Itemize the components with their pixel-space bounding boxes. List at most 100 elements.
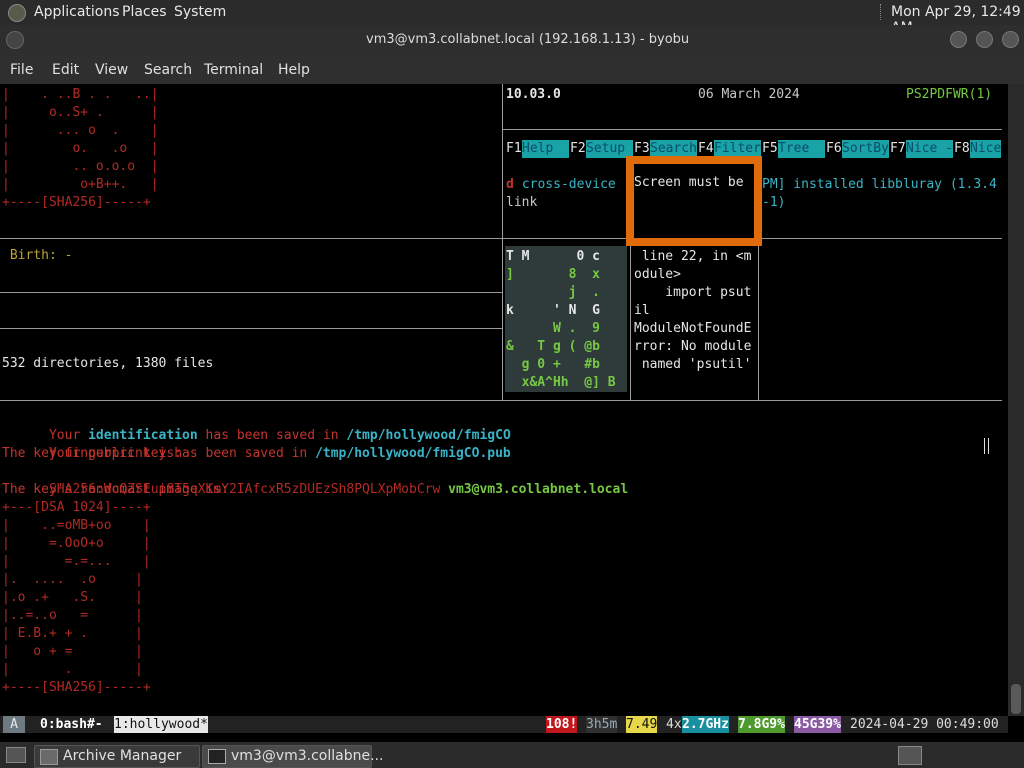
keygen-line: The key fingerprint is: <box>2 446 183 461</box>
fkey-label[interactable]: Nice <box>970 140 1002 158</box>
taskbar: Archive Manager vm3@vm3.collabne... <box>0 742 1024 768</box>
fkey[interactable]: F2 <box>570 140 586 158</box>
apt-line-flag: d <box>506 177 514 192</box>
fkey[interactable]: F5 <box>762 140 778 158</box>
pane-divider-man <box>502 129 1002 130</box>
close-button[interactable] <box>1002 31 1019 48</box>
fkey[interactable]: F8 <box>954 140 970 158</box>
python-line: il <box>634 303 650 318</box>
art-line: | =.OoO+o | <box>2 536 151 551</box>
python-line: line 22, in <m <box>634 249 752 264</box>
art-line: +----[SHA256]-----+ <box>2 680 151 695</box>
minimize-button[interactable] <box>950 31 967 48</box>
scrollbar-thumb[interactable] <box>1011 684 1021 714</box>
fkey[interactable]: F7 <box>890 140 906 158</box>
python-line: odule> <box>634 267 681 282</box>
art-line: | . ..B . . ..| <box>2 87 159 102</box>
top-panel: Applications Places System Mon Apr 29, 1… <box>0 0 1024 36</box>
archive-icon <box>40 749 58 765</box>
fkey[interactable]: F1 <box>506 140 522 158</box>
apt-right-text: PM] installed libbluray (1.3.4 <box>762 177 997 192</box>
menu-search[interactable]: Search <box>144 62 192 78</box>
hostname: vm3@vm3.collabnet.local <box>440 482 629 497</box>
places-menu[interactable]: Places <box>122 4 167 20</box>
art-line: | o+B++. | <box>2 177 159 192</box>
memory-usage: 7.8G9% <box>738 716 785 733</box>
workspace-switcher[interactable] <box>898 746 922 765</box>
python-line: named 'psutil' <box>634 357 752 372</box>
window-title: vm3@vm3.collabnet.local (192.168.1.13) -… <box>366 32 690 47</box>
man-name: PS2PDFWR(1) <box>906 87 993 102</box>
man-version: 10.03.0 <box>506 87 561 102</box>
byobu-status-bar: A 0:bash#- 1:hollywood* 108! 3h5m 7.49 4… <box>0 716 1008 733</box>
fkey-label[interactable]: Help <box>522 140 569 158</box>
matrix-row: j . <box>506 285 600 300</box>
fkey-label[interactable]: SortBy <box>842 140 889 158</box>
dirs-summary: 532 directories, 1380 files <box>2 356 214 371</box>
keygen-path: /tmp/hollywood/fmigCO.pub <box>315 446 511 461</box>
screen-popup[interactable]: Screen must be <box>626 156 762 246</box>
menu-edit[interactable]: Edit <box>52 62 79 78</box>
applications-icon[interactable] <box>8 4 26 22</box>
terminal-menubar: File Edit View Search Terminal Help <box>0 56 1024 84</box>
art-line: |..=..o = | <box>2 608 143 623</box>
terminal-icon <box>208 749 226 764</box>
art-line: | =.=... | <box>2 554 151 569</box>
apt-line-text2: link <box>506 195 538 210</box>
fkey-label[interactable]: Tree <box>778 140 825 158</box>
cpu-frequency: 2.7GHz <box>682 716 729 733</box>
window-tab-1[interactable]: 1:hollywood* <box>114 716 208 733</box>
menu-terminal[interactable]: Terminal <box>204 62 263 78</box>
matrix-row: T M 0 c <box>506 249 600 264</box>
art-line: | E.B.+ + . | <box>2 626 143 641</box>
matrix-pane: T M 0 c ] 8 x j . k ' N G W . 9 & T g ( … <box>505 246 627 392</box>
load-average: 7.49 <box>626 716 658 733</box>
menu-help[interactable]: Help <box>278 62 310 78</box>
window-tab-0[interactable]: 0:bash#- <box>40 716 103 733</box>
pane-divider-dirs <box>0 328 502 329</box>
maximize-button[interactable] <box>976 31 993 48</box>
pane-divider-vertical <box>502 84 503 400</box>
fkey[interactable]: F6 <box>826 140 842 158</box>
taskbar-label: Archive Manager <box>63 748 182 764</box>
art-line: | ..=oMB+oo | <box>2 518 151 533</box>
taskbar-archive-manager[interactable]: Archive Manager <box>34 745 200 768</box>
art-line: | . | <box>2 662 143 677</box>
datetime: 2024-04-29 00:49:00 <box>850 717 999 732</box>
art-line: +----[SHA256]-----+ <box>2 195 151 210</box>
system-menu[interactable]: System <box>174 4 226 20</box>
art-line: | ... o . | <box>2 123 159 138</box>
taskbar-terminal[interactable]: vm3@vm3.collabne... <box>202 745 383 768</box>
window-titlebar[interactable]: vm3@vm3.collabnet.local (192.168.1.13) -… <box>0 25 1024 56</box>
art-line: |.o .+ .S. | <box>2 590 143 605</box>
terminal-area[interactable]: | . ..B . . ..| | o..S+ . | | ... o . | … <box>0 84 1008 716</box>
apt-line-text: cross-device <box>514 177 616 192</box>
scrollbar[interactable] <box>1008 84 1024 716</box>
python-line: ModuleNotFoundE <box>634 321 752 336</box>
art-line: +---[DSA 1024]----+ <box>2 500 151 515</box>
applications-menu[interactable]: Applications <box>34 4 120 20</box>
art-line: | o..S+ . | <box>2 105 159 120</box>
fkey-label[interactable]: Nice - <box>906 140 953 158</box>
updates-badge: 108! <box>546 716 578 733</box>
matrix-row: x&A^Hh @] B <box>506 375 616 390</box>
menu-view[interactable]: View <box>95 62 128 78</box>
keygen-line: The key's randomart image is: <box>2 482 229 497</box>
pane-divider-birth <box>0 238 1002 239</box>
matrix-row: k ' N G <box>506 303 600 318</box>
art-line: | .. o.o.o | <box>2 159 159 174</box>
menu-file[interactable]: File <box>10 62 33 78</box>
python-line: import psut <box>634 285 752 300</box>
pane-divider-tree <box>0 292 502 293</box>
matrix-row: & T g ( @b <box>506 339 600 354</box>
matrix-row: ] 8 x <box>506 267 600 282</box>
show-desktop-icon[interactable] <box>6 747 26 763</box>
uptime: 3h5m <box>586 716 618 733</box>
birth-text: Birth: - <box>2 248 73 263</box>
session-badge: A <box>3 716 25 733</box>
man-date: 06 March 2024 <box>698 87 800 102</box>
window-menu-icon[interactable] <box>6 31 24 49</box>
apt-right-text2: -1) <box>762 195 786 210</box>
art-line: |. .... .o | <box>2 572 143 587</box>
art-line: | o + = | <box>2 644 143 659</box>
